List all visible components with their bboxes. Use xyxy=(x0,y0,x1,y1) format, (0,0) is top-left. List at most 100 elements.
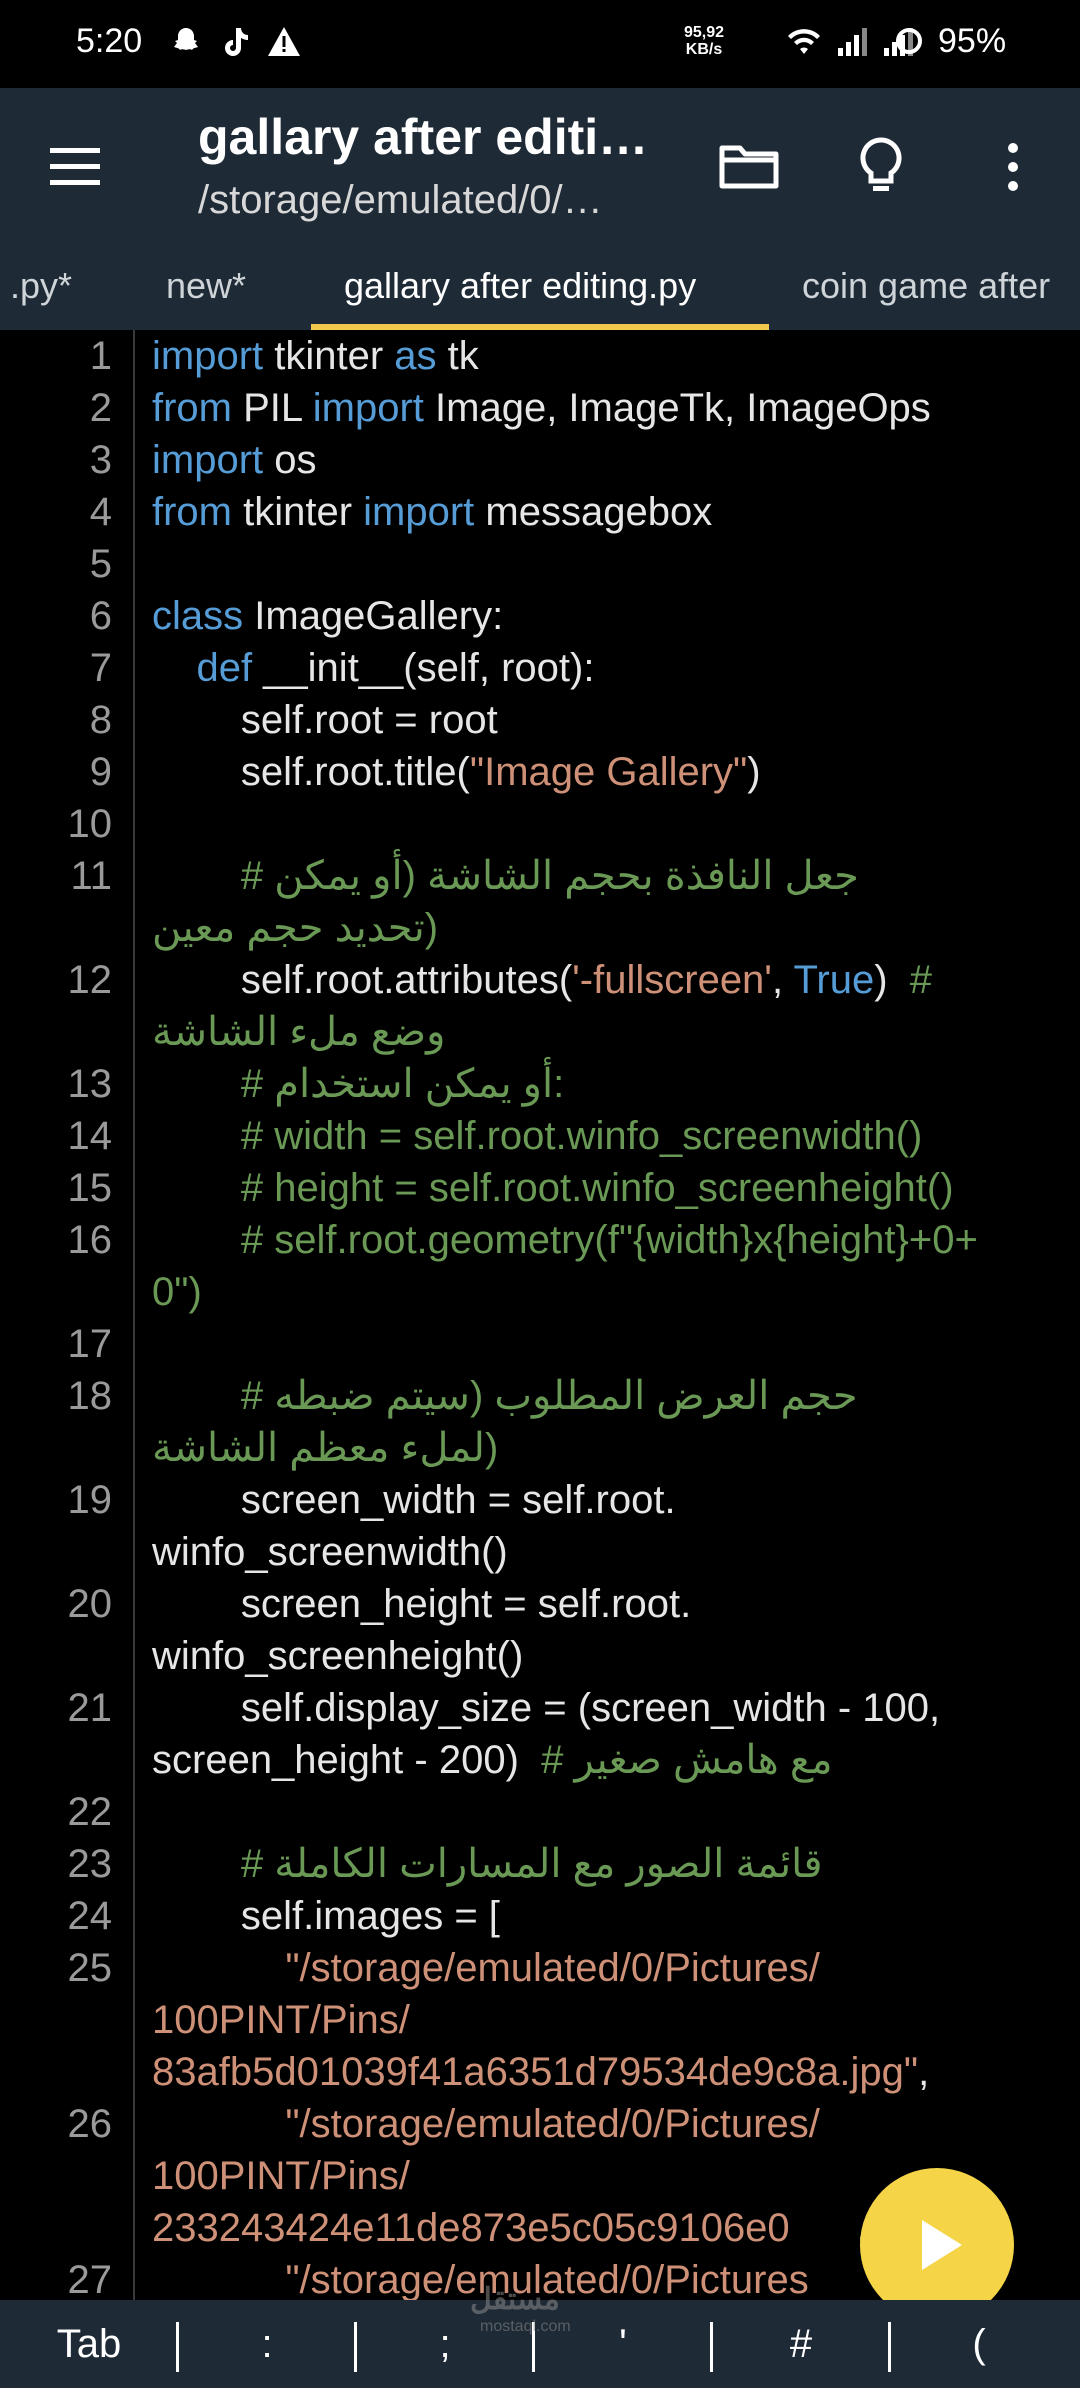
code-text: وضع ملء الشاشة xyxy=(152,1006,445,1058)
network-speed: 95,92 KB/s xyxy=(684,24,724,58)
lightbulb-icon[interactable] xyxy=(846,132,916,202)
line-number: 1 xyxy=(89,334,112,378)
code-comment: # قائمة الصور مع المسارات الكاملة xyxy=(240,1842,823,1886)
code-token: Image, ImageTk, ImageOps xyxy=(423,386,931,430)
code-token: screen_height - 200) xyxy=(152,1738,542,1782)
file-title: gallary after editi… xyxy=(198,109,649,165)
code-keyword: from xyxy=(152,386,232,430)
code-text: 0") xyxy=(152,1266,202,1318)
code-text: 233243424e11de873e5c05c9106e0 , xyxy=(152,2202,867,2254)
code-token: self.images = [ xyxy=(152,1894,500,1938)
code-token: , xyxy=(771,958,794,1002)
code-comment: # أو يمكن استخدام: xyxy=(240,1062,565,1106)
line-number: 9 xyxy=(89,750,112,794)
code-text: def __init__(self, root): xyxy=(152,642,594,694)
code-keyword: class xyxy=(152,594,244,638)
code-token: self.root.attributes( xyxy=(152,958,573,1002)
code-token: self.root.title( xyxy=(152,750,470,794)
app-toolbar: gallary after editi… /storage/emulated/0… xyxy=(0,88,1080,242)
tiktok-icon xyxy=(225,28,248,56)
tab-bar: .py* new* gallary after editing.py coin … xyxy=(0,242,1080,330)
code-token: messagebox xyxy=(474,490,713,534)
line-number: 27 xyxy=(67,2258,113,2300)
gutter-divider xyxy=(133,330,135,2300)
code-token: os xyxy=(263,438,317,482)
code-editor[interactable]: 1 import tkinter as tk 2 from PIL import Im… xyxy=(0,330,1080,2300)
code-text: self.images = [ xyxy=(152,1890,500,1942)
more-options-icon[interactable] xyxy=(978,132,1048,202)
code-text: "/storage/emulated/0/Pictures/ xyxy=(152,2098,820,2150)
code-text: "/storage/emulated/0/Pictures/ xyxy=(152,1942,819,1994)
code-comment: # مع هامش صغير xyxy=(541,1738,833,1782)
line-number: 6 xyxy=(89,594,112,638)
code-token: PIL xyxy=(232,386,313,430)
line-number: 26 xyxy=(67,2102,113,2146)
code-text: class ImageGallery: xyxy=(152,590,503,642)
key-quote[interactable]: ' xyxy=(534,2300,712,2388)
code-text: # width = self.root.winfo_screenwidth() xyxy=(152,1110,922,1162)
code-text: winfo_screenheight() xyxy=(152,1630,523,1682)
warning-icon xyxy=(268,27,300,56)
code-text: # حجم العرض المطلوب (سيتم ضبطه xyxy=(152,1370,858,1422)
line-number: 4 xyxy=(89,490,112,534)
file-path: /storage/emulated/0/… xyxy=(198,178,603,222)
signal-icon xyxy=(838,28,867,56)
code-comment: تحديد حجم معين) xyxy=(152,906,439,950)
snapchat-icon xyxy=(174,28,198,50)
tab-coin-game-after[interactable]: coin game after xyxy=(802,242,1050,330)
code-keyword: True xyxy=(793,958,875,1002)
code-comment: # جعل النافذة بحجم الشاشة (أو يمكن xyxy=(240,854,859,898)
key-colon[interactable]: : xyxy=(178,2300,356,2388)
code-keyword: from xyxy=(152,490,232,534)
line-number: 14 xyxy=(67,1114,113,1158)
code-token: , xyxy=(918,2050,930,2094)
key-paren[interactable]: ( xyxy=(890,2300,1068,2388)
code-keyword: import xyxy=(152,334,264,378)
code-comment: # xyxy=(909,958,933,1002)
speed-value: 95,92 xyxy=(684,24,725,41)
folder-icon[interactable] xyxy=(714,132,784,202)
wifi-icon xyxy=(788,29,820,54)
code-string: "/storage/emulated/0/Pictures/ xyxy=(285,2102,820,2146)
code-text: self.root.attributes('-fullscreen', True… xyxy=(152,954,932,1006)
hamburger-menu-icon[interactable] xyxy=(40,132,110,202)
code-text: from tkinter import messagebox xyxy=(152,486,712,538)
key-hash[interactable]: # xyxy=(712,2300,890,2388)
code-token: screen_width = self.root. xyxy=(152,1478,676,1522)
code-token: self.display_size = (screen_width - 100, xyxy=(152,1686,941,1730)
line-number: 19 xyxy=(67,1478,113,1522)
line-number: 15 xyxy=(67,1166,113,1210)
code-keyword: as xyxy=(394,334,437,378)
code-text: screen_height - 200) # مع هامش صغير xyxy=(152,1734,833,1786)
line-number: 21 xyxy=(67,1686,113,1730)
code-text: # self.root.geometry(f"{width}x{height}+… xyxy=(152,1214,978,1266)
tab-gallary-after-editing[interactable]: gallary after editing.py xyxy=(344,242,696,330)
tab-new[interactable]: new* xyxy=(166,242,246,330)
code-token: __init__(self, root): xyxy=(252,646,595,690)
line-number: 12 xyxy=(67,958,113,1002)
code-string: 100PINT/Pins/ xyxy=(152,1998,410,2042)
key-tab[interactable]: Tab xyxy=(0,2300,178,2388)
code-text: self.root = root xyxy=(152,694,498,746)
tab-py[interactable]: .py* xyxy=(10,242,72,330)
run-button[interactable] xyxy=(860,2168,1014,2322)
watermark-url: mostaql.com xyxy=(480,2318,571,2335)
code-text: self.root.title("Image Gallery") xyxy=(152,746,761,798)
code-token: tkinter xyxy=(232,490,364,534)
status-time: 5:20 xyxy=(76,22,143,60)
code-token: winfo_screenheight() xyxy=(152,1634,524,1678)
code-token: ImageGallery: xyxy=(243,594,504,638)
code-string: 83afb5d01039f41a6351d79534de9c8a.jpg" xyxy=(152,2050,919,2094)
line-number: 5 xyxy=(89,542,112,586)
code-comment: # self.root.geometry(f"{width}x{height}+… xyxy=(240,1218,978,1262)
code-keyword: import xyxy=(312,386,424,430)
